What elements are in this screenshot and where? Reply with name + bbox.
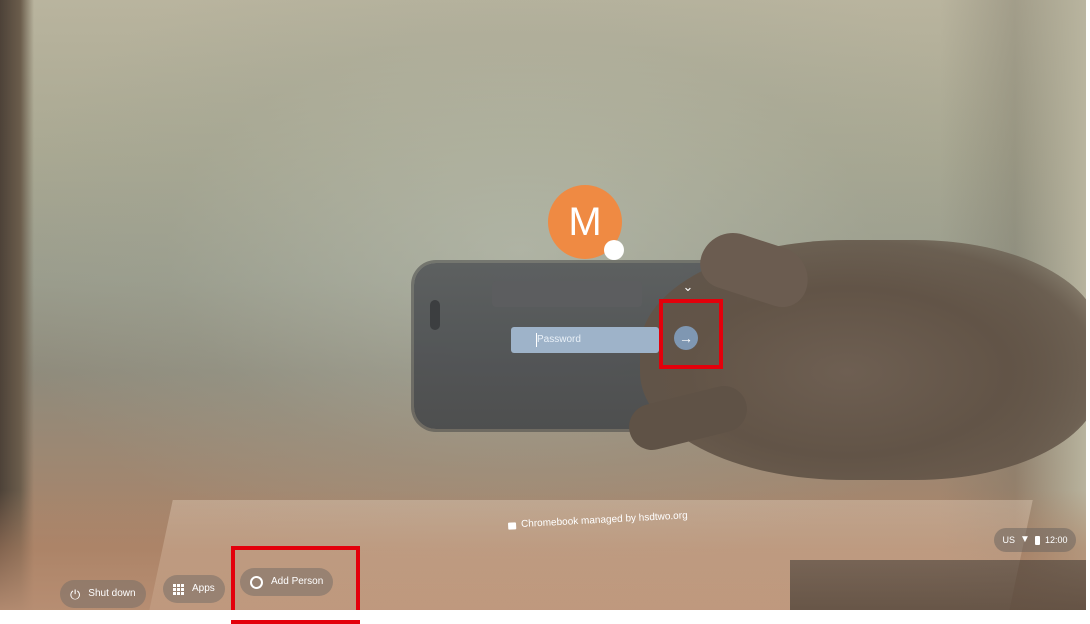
username-redacted [492, 281, 642, 307]
highlight-submit [659, 299, 723, 369]
text-caret [536, 333, 537, 347]
avatar-status-dot [604, 240, 624, 260]
phone-camera [430, 300, 440, 330]
power-icon: ⏻ [70, 586, 81, 602]
locale-label: US [1002, 535, 1016, 545]
clock-time: 12:00 [1044, 535, 1068, 545]
password-input[interactable]: Password [511, 327, 659, 353]
apps-icon [173, 583, 184, 595]
apps-button[interactable]: Apps [163, 575, 225, 603]
wifi-icon: ▼ [1020, 534, 1030, 545]
apps-label: Apps [192, 583, 215, 594]
shutdown-button[interactable]: ⏻ Shut down [60, 580, 146, 608]
frame-right [1086, 0, 1090, 620]
frame-bottom [0, 610, 1090, 620]
building-icon [507, 521, 517, 530]
chevron-down-icon[interactable]: ⌄ [681, 280, 695, 294]
shutdown-label: Shut down [88, 588, 136, 599]
battery-icon [1034, 535, 1040, 545]
status-tray[interactable]: US ▼ 12:00 [994, 528, 1076, 552]
